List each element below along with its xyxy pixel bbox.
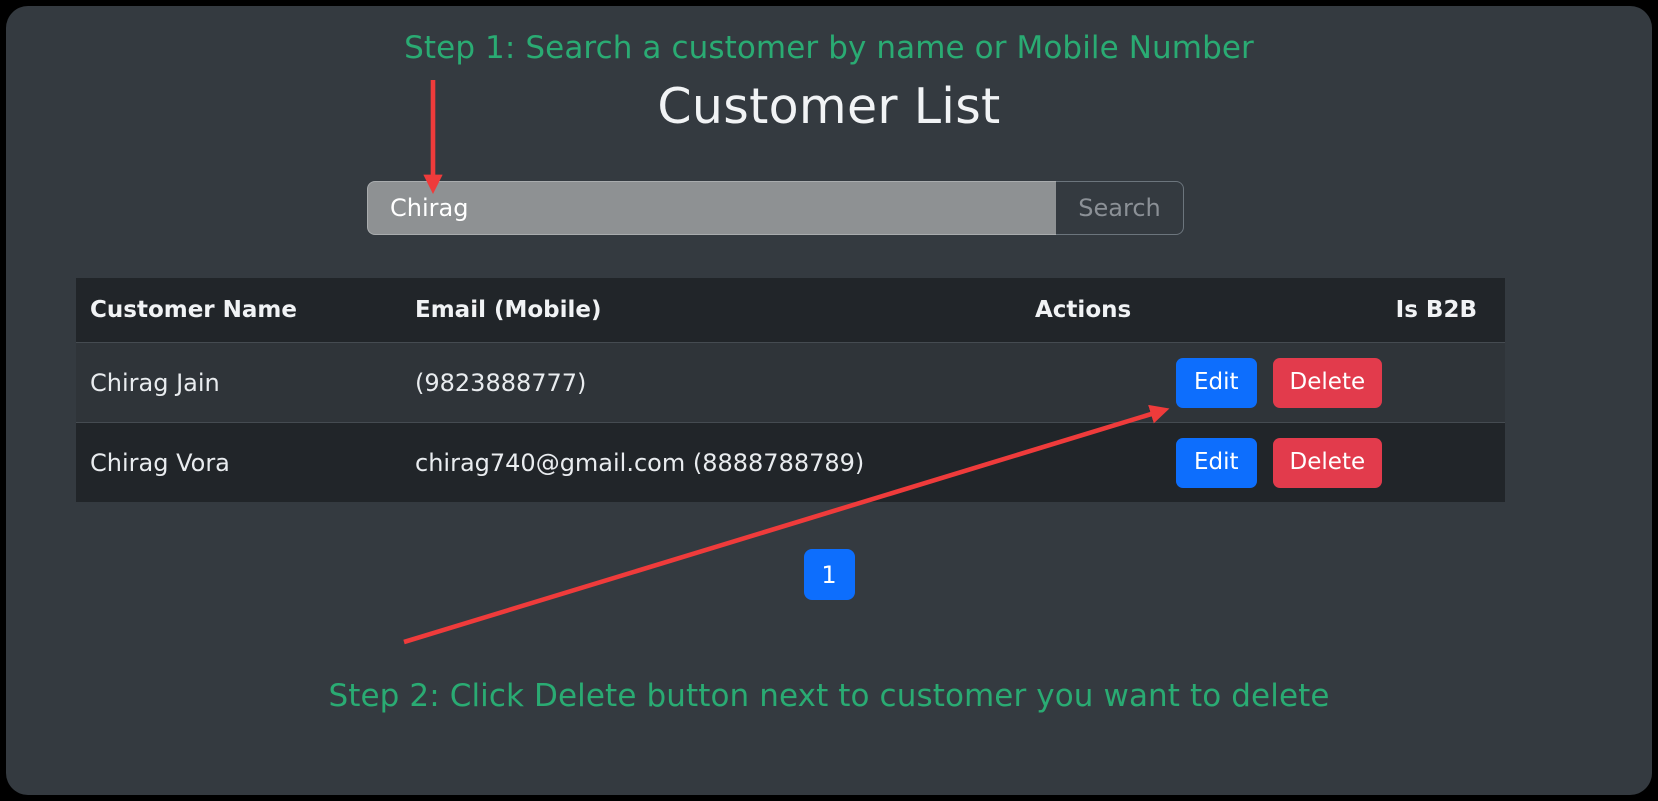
column-header-customer-name: Customer Name (76, 278, 415, 343)
cell-actions: Edit Delete (1035, 342, 1383, 423)
table-row: Chirag Jain (9823888777) Edit Delete (76, 342, 1505, 423)
search-bar: Search (367, 181, 1184, 235)
page-title: Customer List (657, 78, 1001, 135)
annotation-step-2: Step 2: Click Delete button next to cust… (328, 678, 1330, 714)
pagination-page-1[interactable]: 1 (803, 549, 855, 600)
cell-email-mobile: (9823888777) (415, 342, 1035, 423)
table-header-row: Customer Name Email (Mobile) Actions Is … (76, 278, 1505, 343)
delete-button[interactable]: Delete (1272, 357, 1383, 408)
annotation-step-1: Step 1: Search a customer by name or Mob… (404, 30, 1254, 66)
search-button[interactable]: Search (1056, 181, 1184, 235)
action-button-group: Edit Delete (1035, 437, 1383, 488)
edit-button[interactable]: Edit (1176, 357, 1257, 408)
action-button-group: Edit Delete (1035, 357, 1383, 408)
customer-table: Customer Name Email (Mobile) Actions Is … (76, 278, 1505, 502)
table-body: Chirag Jain (9823888777) Edit Delete Chi… (76, 342, 1505, 502)
search-input[interactable] (367, 181, 1056, 235)
cell-customer-name: Chirag Vora (76, 422, 415, 502)
edit-button[interactable]: Edit (1176, 437, 1257, 488)
column-header-email-mobile: Email (Mobile) (415, 278, 1035, 343)
cell-email-mobile: chirag740@gmail.com (8888788789) (415, 422, 1035, 502)
table-row: Chirag Vora chirag740@gmail.com (8888788… (76, 422, 1505, 502)
column-header-actions: Actions (1035, 278, 1325, 343)
column-header-is-b2b: Is B2B (1325, 278, 1505, 343)
table-header: Customer Name Email (Mobile) Actions Is … (76, 278, 1505, 343)
cell-customer-name: Chirag Jain (76, 342, 415, 423)
delete-button[interactable]: Delete (1272, 437, 1383, 488)
app-window: Step 1: Search a customer by name or Mob… (6, 6, 1652, 795)
pagination: 1 (6, 549, 1652, 600)
cell-actions: Edit Delete (1035, 422, 1383, 502)
